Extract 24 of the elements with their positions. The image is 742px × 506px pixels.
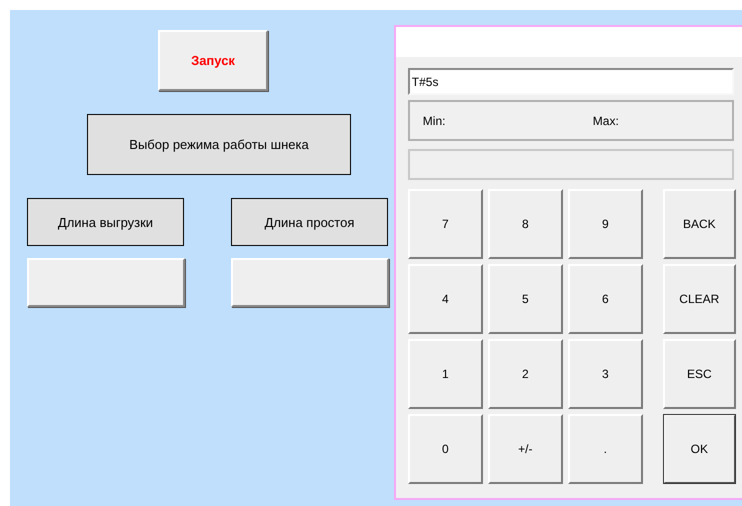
keypad-key[interactable]: +/- [488,414,563,484]
min-label: Min: [422,114,446,128]
keypad-key[interactable]: 2 [488,339,563,409]
keypad-key[interactable]: 3 [568,339,643,409]
keypad-key[interactable]: ESC [662,339,736,409]
max-label: Max: [592,114,620,128]
keypad-key[interactable]: 9 [568,189,643,259]
keypad-key[interactable]: 4 [408,264,483,334]
mode-button[interactable]: Выбор режима работы шнека [87,114,351,175]
length-input-field[interactable] [27,258,185,307]
keypad-key[interactable]: 8 [488,189,563,259]
length-label-button[interactable]: Длина простоя [231,198,388,246]
length-label-button[interactable]: Длина выгрузки [27,198,184,246]
keypad-key[interactable]: 7 [408,189,483,259]
value-input-field[interactable]: T#5s [408,68,734,95]
keypad-key[interactable]: 1 [408,339,483,409]
keypad-key[interactable]: OK [662,414,736,484]
keypad-key[interactable]: CLEAR [662,264,736,334]
keypad-key[interactable]: BACK [662,189,736,259]
keypad-key[interactable]: 5 [488,264,563,334]
keypad-key[interactable]: 0 [408,414,483,484]
length-input-field[interactable] [231,258,389,307]
keypad-key[interactable]: . [568,414,643,484]
keypad-key[interactable]: 6 [568,264,643,334]
